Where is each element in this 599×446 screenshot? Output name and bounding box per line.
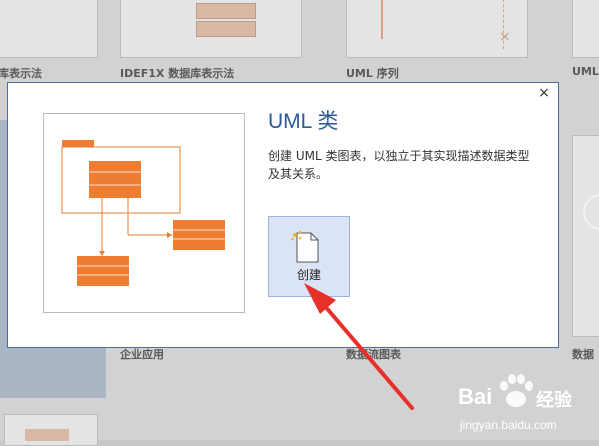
tile-thumbnail: × <box>499 29 511 45</box>
template-tile-database[interactable] <box>0 0 98 58</box>
uml-class-diagram-thumbnail <box>61 140 225 286</box>
create-button[interactable]: 创建 <box>268 216 350 297</box>
dialog-description: 创建 UML 类图表，以独立于其实现描述数据类型及其关系。 <box>268 149 530 181</box>
tile-thumbnail <box>583 194 599 230</box>
watermark-brand: Bai <box>458 384 493 409</box>
watermark-brand-suffix: 经验 <box>536 390 572 411</box>
uml-class-box <box>173 220 225 250</box>
template-tile-data-flow-right[interactable] <box>572 135 599 337</box>
uml-class-box <box>77 256 129 286</box>
template-tile-label: 库表示法 <box>0 67 42 80</box>
template-tile-label: UML <box>572 65 599 78</box>
template-tile-label: 数据流图表 <box>346 348 401 361</box>
template-preview-dialog: × UML 类 创建 UML 类图表，以独立于其实现描述数据类型及其关系。 创建 <box>7 82 559 348</box>
template-tile-label: 数据 <box>572 348 594 361</box>
tile-thumbnail <box>196 21 256 37</box>
create-button-label: 创建 <box>296 268 321 282</box>
tile-thumbnail <box>196 3 256 19</box>
template-preview-image <box>43 113 245 313</box>
uml-class-box <box>89 161 141 198</box>
template-tile-label: UML 序列 <box>346 67 399 80</box>
template-tile-uml[interactable] <box>572 0 599 58</box>
watermark-url: jingyan.baidu.com <box>460 418 557 432</box>
template-tile-uml-sequence[interactable]: × <box>346 0 528 58</box>
package-tab <box>62 140 94 147</box>
tile-thumbnail <box>25 429 69 441</box>
dialog-title: UML 类 <box>268 110 339 133</box>
close-icon[interactable]: × <box>537 86 551 100</box>
template-tile-label: IDEF1X 数据库表示法 <box>120 67 235 80</box>
paw-logo-icon <box>500 374 533 407</box>
template-tile-bottom[interactable] <box>4 414 98 446</box>
tile-thumbnail <box>381 0 383 39</box>
template-tile-idef1x[interactable] <box>120 0 302 58</box>
template-tile-label: 企业应用 <box>120 348 164 361</box>
new-document-icon <box>291 230 319 263</box>
baidu-jingyan-watermark: Bai 经验 jingyan.baidu.com <box>458 374 594 436</box>
